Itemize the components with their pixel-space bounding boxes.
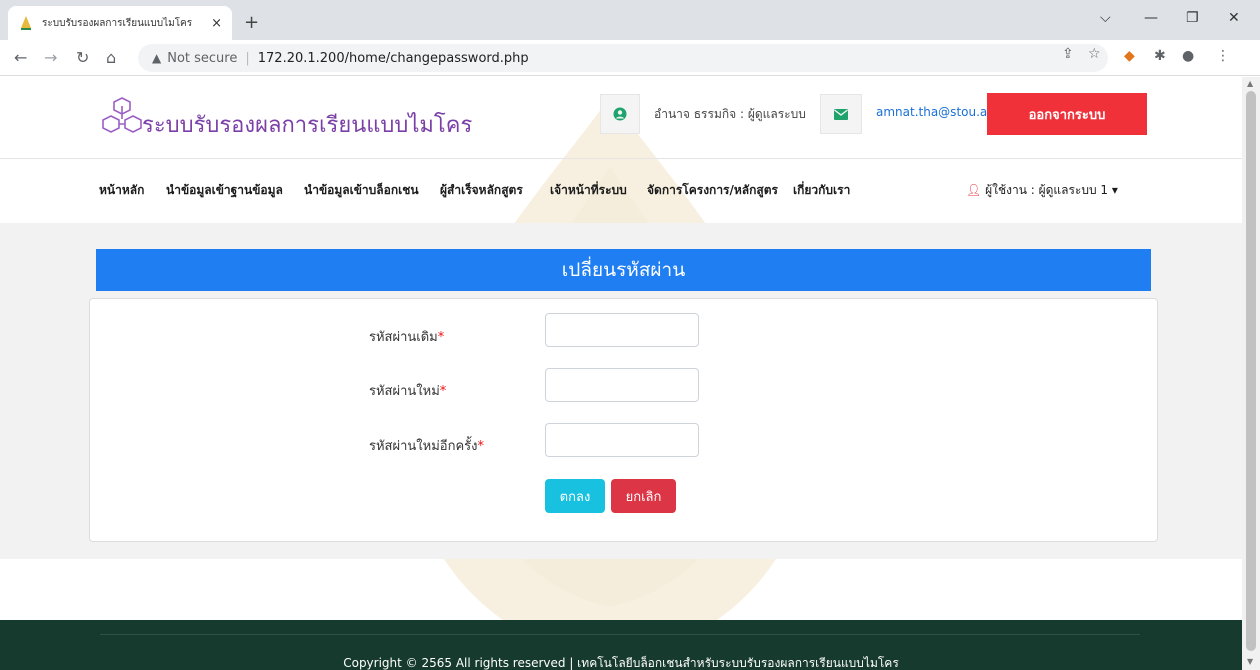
site-title: ระบบรับรองผลการเรียนแบบไมโคร [142, 113, 473, 138]
nav-item-import-database[interactable]: นำข้อมูลเข้าฐานข้อมูล [166, 181, 283, 200]
url-text: 172.20.1.200/home/changepassword.php [257, 50, 529, 66]
user-icon: 👤︎ [966, 183, 982, 197]
footer-divider [100, 634, 1140, 635]
nav-item-manage-projects[interactable]: จัดการโครงการ/หลักสูตร [647, 181, 778, 200]
site-favicon-icon [18, 15, 34, 31]
window-close-icon[interactable]: ✕ [1228, 10, 1240, 26]
scroll-thumb[interactable] [1246, 91, 1256, 651]
old-password-label: รหัสผ่านเดิม* [369, 326, 444, 347]
address-bar[interactable]: ▲ Not secure | 172.20.1.200/home/changep… [138, 44, 1108, 72]
cancel-button[interactable]: ยกเลิก [611, 479, 676, 513]
nav-item-home[interactable]: หน้าหลัก [99, 181, 144, 200]
user-menu-dropdown[interactable]: 👤︎ ผู้ใช้งาน : ผู้ดูแลระบบ 1 ▾ [966, 181, 1118, 200]
nav-item-system-staff[interactable]: เจ้าหน้าที่ระบบ [550, 181, 627, 200]
browser-toolbar: ← → ↻ ⌂ ▲ Not secure | 172.20.1.200/home… [0, 40, 1260, 76]
nav-item-graduates[interactable]: ผู้สำเร็จหลักสูตร [440, 181, 523, 200]
tab-close-icon[interactable]: × [211, 16, 222, 31]
url-separator: | [245, 50, 250, 66]
tab-title: ระบบรับรองผลการเรียนแบบไมโคร [42, 17, 193, 29]
user-circle-icon [613, 107, 627, 121]
browser-tab[interactable]: ระบบรับรองผลการเรียนแบบไมโคร × [8, 6, 232, 40]
page-content: ระบบรับรองผลการเรียนแบบไมโคร อำนาจ ธรรมก… [0, 77, 1242, 670]
logged-in-user-text: อำนาจ ธรรมกิจ : ผู้ดูแลระบบ [654, 107, 806, 121]
envelope-icon [834, 108, 848, 120]
old-password-label-text: รหัสผ่านเดิม [369, 330, 438, 345]
share-icon[interactable]: ⇪ [1062, 46, 1074, 62]
metamask-extension-icon[interactable]: ◆ [1124, 48, 1135, 64]
nav-item-about[interactable]: เกี่ยวกับเรา [793, 181, 850, 200]
page-scrollbar[interactable]: ▲ ▼ [1242, 77, 1260, 670]
star-icon[interactable]: ☆ [1088, 46, 1101, 62]
footer-copyright: Copyright © 2565 All rights reserved | เ… [343, 656, 899, 670]
extension-icon[interactable]: ✱ [1154, 48, 1166, 64]
confirm-password-label: รหัสผ่านใหม่อีกครั้ง* [369, 435, 484, 456]
required-marker: * [437, 330, 445, 345]
caret-down-icon: ▾ [1111, 183, 1118, 197]
main-navbar: หน้าหลัก นำข้อมูลเข้าฐานข้อมูล นำข้อมูลเ… [0, 159, 1242, 223]
nav-item-import-blockchain[interactable]: นำข้อมูลเข้าบล็อกเชน [304, 181, 419, 200]
email-icon-box [820, 94, 862, 134]
not-secure-label: Not secure [167, 50, 238, 66]
profile-icon[interactable]: ● [1182, 48, 1194, 64]
new-password-label-text: รหัสผ่านใหม่ [369, 384, 440, 399]
menu-icon[interactable]: ⋮ [1216, 48, 1230, 64]
new-password-input[interactable] [545, 368, 699, 402]
reload-icon[interactable]: ↻ [76, 48, 89, 67]
required-marker: * [439, 384, 447, 399]
scroll-up-icon[interactable]: ▲ [1247, 79, 1253, 88]
confirm-button[interactable]: ตกลง [545, 479, 605, 513]
new-password-label: รหัสผ่านใหม่* [369, 380, 446, 401]
tab-search-icon[interactable]: ⌵ [1100, 10, 1111, 26]
user-menu-label: ผู้ใช้งาน : ผู้ดูแลระบบ 1 [985, 183, 1109, 197]
old-password-input[interactable] [545, 313, 699, 347]
home-icon[interactable]: ⌂ [106, 48, 116, 67]
browser-tab-bar: ระบบรับรองผลการเรียนแบบไมโคร × + ⌵ — ❐ ✕ [0, 0, 1260, 40]
minimize-icon[interactable]: — [1144, 10, 1158, 26]
blockchain-cubes-logo-icon [102, 97, 142, 133]
logout-button[interactable]: ออกจากระบบ [987, 93, 1147, 135]
site-footer: Copyright © 2565 All rights reserved | เ… [0, 620, 1242, 670]
back-arrow-icon[interactable]: ← [14, 48, 27, 67]
required-marker: * [477, 439, 484, 454]
restore-icon[interactable]: ❐ [1186, 10, 1199, 26]
forward-arrow-icon[interactable]: → [44, 48, 57, 67]
new-tab-button[interactable]: + [244, 12, 259, 33]
warning-icon: ▲ [152, 51, 162, 65]
confirm-password-label-text: รหัสผ่านใหม่อีกครั้ง [369, 439, 478, 454]
site-header: ระบบรับรองผลการเรียนแบบไมโคร อำนาจ ธรรมก… [0, 77, 1242, 159]
scroll-down-icon[interactable]: ▼ [1247, 657, 1253, 666]
user-info-icon-box [600, 94, 640, 134]
change-password-title: เปลี่ยนรหัสผ่าน [96, 249, 1151, 291]
confirm-password-input[interactable] [545, 423, 699, 457]
